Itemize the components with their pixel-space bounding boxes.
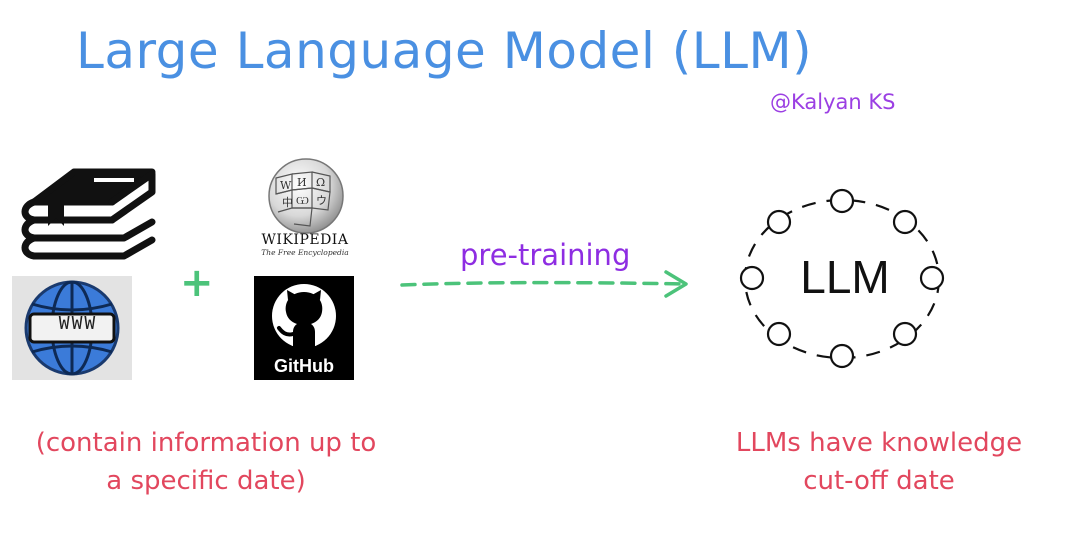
ring-node	[892, 209, 918, 235]
ring-node	[766, 321, 792, 347]
right-caption: LLMs have knowledge cut-off date	[718, 424, 1040, 500]
left-caption: (contain information up to a specific da…	[10, 424, 402, 500]
svg-text:И: И	[297, 176, 307, 189]
github-label: GitHub	[274, 356, 334, 376]
svg-text:中: 中	[282, 196, 293, 209]
ring-node	[892, 321, 918, 347]
ring-node	[766, 209, 792, 235]
page-title: Large Language Model (LLM)	[76, 22, 813, 80]
ring-node	[829, 343, 855, 369]
svg-text:ウ: ウ	[316, 194, 327, 207]
svg-text:Ω: Ω	[316, 176, 325, 189]
wikipedia-tagline: The Free Encyclopedia	[261, 248, 349, 257]
github-octocat-icon	[272, 284, 336, 348]
plus-sign: +	[180, 260, 214, 306]
www-label: WWW	[58, 313, 98, 334]
wikipedia-globe-icon: WИΩ Ѡ ウ 中	[268, 158, 344, 234]
left-caption-line1: (contain information up to	[35, 428, 377, 458]
right-caption-line1: LLMs have knowledge	[735, 428, 1023, 458]
wikipedia-wordmark: Wikipedia	[261, 232, 349, 248]
right-caption-line2: cut-off date	[803, 466, 955, 496]
svg-text:W: W	[280, 179, 292, 192]
author-handle: @Kalyan KS	[770, 90, 896, 114]
left-caption-line2: a specific date)	[106, 466, 306, 496]
svg-text:Ѡ: Ѡ	[296, 194, 309, 207]
books-icon	[21, 168, 156, 260]
ring-node	[829, 188, 855, 214]
llm-label: LLM	[800, 251, 890, 303]
pretraining-arrow	[400, 270, 688, 298]
